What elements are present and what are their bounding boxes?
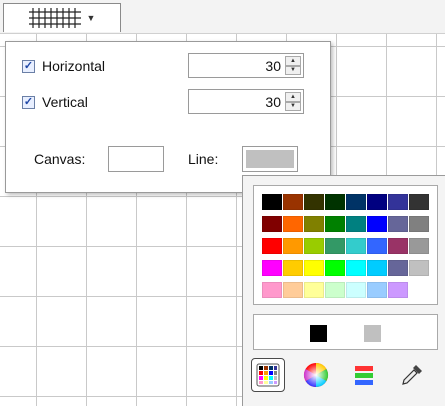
- horizontal-value[interactable]: 30: [265, 58, 281, 74]
- palette-color-cell[interactable]: [283, 194, 303, 210]
- spin-down-icon[interactable]: ▼: [285, 101, 301, 111]
- palette-color-cell[interactable]: [388, 194, 408, 210]
- spin-up-icon[interactable]: ▲: [285, 56, 301, 66]
- palette-color-cell[interactable]: [409, 238, 429, 254]
- color-picker-panel: [242, 175, 445, 406]
- canvas-color-swatch[interactable]: [108, 146, 164, 172]
- gradient-icon: [355, 366, 373, 385]
- palette-color-cell[interactable]: [283, 260, 303, 276]
- palette-color-cell[interactable]: [262, 194, 282, 210]
- color-palette: [253, 185, 438, 305]
- palette-color-cell[interactable]: [409, 216, 429, 232]
- palette-color-cell[interactable]: [409, 260, 429, 276]
- vertical-spinner[interactable]: ▲ ▼: [285, 92, 301, 111]
- horizontal-spinner[interactable]: ▲ ▼: [285, 56, 301, 75]
- canvas-label: Canvas:: [34, 151, 86, 167]
- horizontal-spinbox[interactable]: 30 ▲ ▼: [188, 53, 304, 78]
- palette-color-cell[interactable]: [304, 260, 324, 276]
- palette-color-cell[interactable]: [283, 238, 303, 254]
- palette-color-cell[interactable]: [304, 194, 324, 210]
- line-color-swatch[interactable]: [242, 146, 298, 172]
- palette-color-cell[interactable]: [346, 260, 366, 276]
- eyedropper-tool-button[interactable]: [395, 358, 429, 392]
- palette-color-cell[interactable]: [283, 216, 303, 232]
- palette-color-cell[interactable]: [262, 282, 282, 298]
- eyedropper-icon: [402, 365, 422, 385]
- spin-down-icon[interactable]: ▼: [285, 65, 301, 75]
- palette-color-cell[interactable]: [388, 282, 408, 298]
- vertical-checkbox[interactable]: ✓: [22, 95, 35, 109]
- palette-color-cell[interactable]: [346, 216, 366, 232]
- palette-color-cell[interactable]: [409, 194, 429, 210]
- spin-up-icon[interactable]: ▲: [285, 92, 301, 102]
- palette-color-cell[interactable]: [262, 238, 282, 254]
- horizontal-label: Horizontal: [42, 58, 106, 74]
- palette-color-cell[interactable]: [388, 216, 408, 232]
- horizontal-checkbox[interactable]: ✓: [22, 59, 35, 73]
- vertical-row: ✓ Vertical: [22, 94, 88, 110]
- vertical-label: Vertical: [42, 94, 88, 110]
- horizontal-row: ✓ Horizontal: [22, 58, 105, 74]
- palette-color-cell[interactable]: [388, 260, 408, 276]
- palette-color-cell[interactable]: [346, 194, 366, 210]
- palette-color-cell[interactable]: [325, 238, 345, 254]
- palette-color-cell[interactable]: [388, 238, 408, 254]
- toolbar: ▼: [0, 0, 445, 34]
- palette-color-cell[interactable]: [283, 282, 303, 298]
- palette-color-cell[interactable]: [304, 238, 324, 254]
- grid-icon: [28, 8, 81, 28]
- chevron-down-icon: ▼: [86, 13, 96, 23]
- palette-color-cell[interactable]: [367, 194, 387, 210]
- line-color-fill: [246, 150, 294, 168]
- palette-color-cell[interactable]: [367, 260, 387, 276]
- recent-color-swatch[interactable]: [310, 325, 327, 342]
- vertical-spinbox[interactable]: 30 ▲ ▼: [188, 89, 304, 114]
- palette-color-cell[interactable]: [304, 216, 324, 232]
- gradient-tool-button[interactable]: [347, 358, 381, 392]
- palette-color-cell[interactable]: [262, 216, 282, 232]
- palette-color-cell[interactable]: [346, 282, 366, 298]
- color-wheel-tool-button[interactable]: [299, 358, 333, 392]
- color-wheel-icon: [303, 363, 329, 387]
- recent-color-swatch[interactable]: [364, 325, 381, 342]
- palette-color-cell[interactable]: [325, 216, 345, 232]
- recent-colors: [253, 314, 438, 350]
- palette-tool-button[interactable]: [251, 358, 285, 392]
- vertical-value[interactable]: 30: [265, 94, 281, 110]
- palette-color-cell[interactable]: [367, 216, 387, 232]
- palette-color-cell[interactable]: [367, 238, 387, 254]
- palette-color-cell[interactable]: [325, 282, 345, 298]
- palette-color-cell[interactable]: [304, 282, 324, 298]
- palette-color-cell[interactable]: [346, 238, 366, 254]
- line-label: Line:: [188, 151, 219, 167]
- palette-color-cell[interactable]: [325, 260, 345, 276]
- palette-color-cell[interactable]: [367, 282, 387, 298]
- palette-color-cell[interactable]: [262, 260, 282, 276]
- palette-icon: [256, 363, 280, 387]
- grid-dropdown-button[interactable]: ▼: [3, 3, 121, 32]
- palette-color-cell[interactable]: [325, 194, 345, 210]
- grid-settings-panel: ✓ Horizontal 30 ▲ ▼ ✓ Vertical 30 ▲ ▼ Ca…: [5, 41, 331, 193]
